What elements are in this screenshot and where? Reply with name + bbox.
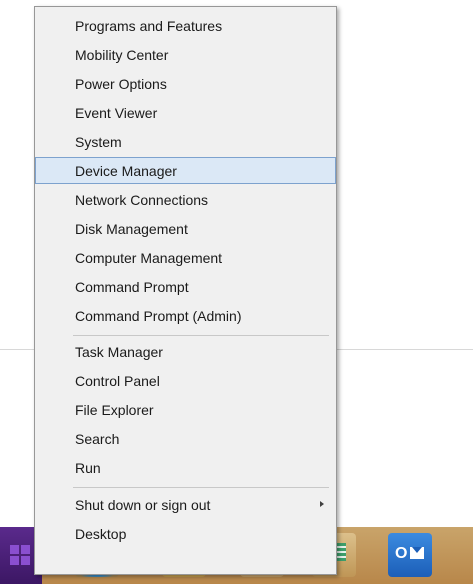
menu-item-label: File Explorer <box>75 402 154 418</box>
menu-item-desktop[interactable]: Desktop <box>35 520 336 547</box>
menu-item-label: Device Manager <box>75 163 177 179</box>
menu-item-label: Mobility Center <box>75 47 169 63</box>
menu-item-label: Disk Management <box>75 221 188 237</box>
menu-item-label: Power Options <box>75 76 167 92</box>
menu-item-label: Network Connections <box>75 192 209 208</box>
menu-item-label: Task Manager <box>75 344 163 360</box>
menu-item-label: Run <box>75 460 101 476</box>
menu-item-control-panel[interactable]: Control Panel <box>35 367 336 394</box>
menu-item-power-options[interactable]: Power Options <box>35 70 336 97</box>
menu-item-label: Command Prompt (Admin) <box>75 308 242 324</box>
menu-item-device-manager[interactable]: Device Manager <box>35 157 336 184</box>
menu-item-label: Programs and Features <box>75 18 223 34</box>
menu-separator <box>73 487 329 488</box>
menu-item-disk-management[interactable]: Disk Management <box>35 215 336 242</box>
menu-item-file-explorer[interactable]: File Explorer <box>35 396 336 423</box>
menu-item-label: Shut down or sign out <box>75 497 211 513</box>
menu-item-command-prompt[interactable]: Command Prompt <box>35 273 336 300</box>
windows-logo-icon <box>10 545 30 565</box>
menu-item-label: Command Prompt <box>75 279 189 295</box>
submenu-arrow-icon <box>320 501 324 507</box>
menu-item-programs-and-features[interactable]: Programs and Features <box>35 12 336 39</box>
menu-item-task-manager[interactable]: Task Manager <box>35 338 336 365</box>
menu-item-label: Control Panel <box>75 373 160 389</box>
menu-item-event-viewer[interactable]: Event Viewer <box>35 99 336 126</box>
menu-item-network-connections[interactable]: Network Connections <box>35 186 336 213</box>
menu-item-mobility-center[interactable]: Mobility Center <box>35 41 336 68</box>
menu-separator <box>73 335 329 336</box>
menu-item-shut-down-or-sign-out[interactable]: Shut down or sign out <box>35 491 336 518</box>
menu-item-command-prompt-admin[interactable]: Command Prompt (Admin) <box>35 302 336 329</box>
menu-item-label: Event Viewer <box>75 105 158 121</box>
power-user-menu: Programs and Features Mobility Center Po… <box>34 6 337 575</box>
menu-item-system[interactable]: System <box>35 128 336 155</box>
menu-item-label: Search <box>75 431 120 447</box>
menu-item-label: Desktop <box>75 526 127 542</box>
menu-item-search[interactable]: Search <box>35 425 336 452</box>
outlook-icon[interactable]: O <box>388 533 432 577</box>
menu-item-label: Computer Management <box>75 250 223 266</box>
menu-item-label: System <box>75 134 122 150</box>
menu-item-run[interactable]: Run <box>35 454 336 481</box>
menu-item-computer-management[interactable]: Computer Management <box>35 244 336 271</box>
